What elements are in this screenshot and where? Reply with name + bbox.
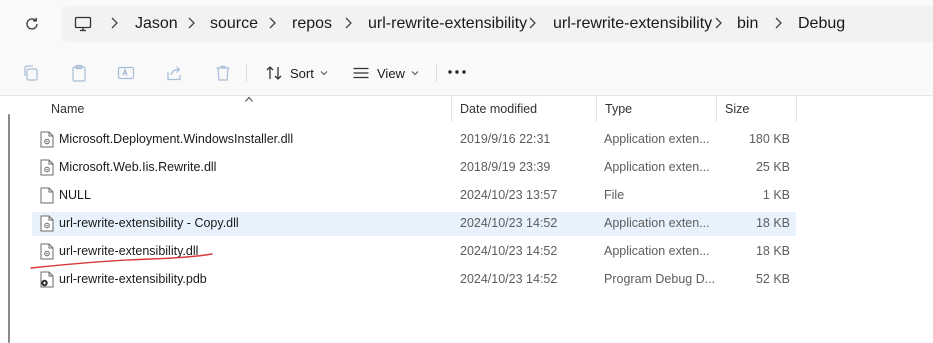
file-date: 2019/9/16 22:31 xyxy=(460,132,551,146)
file-row-selected[interactable]: url-rewrite-extensibility - Copy.dll 202… xyxy=(32,212,796,236)
view-icon xyxy=(353,67,369,79)
dll-file-icon xyxy=(40,243,54,260)
breadcrumb-url-rewrite-extensibility-2[interactable]: url-rewrite-extensibility xyxy=(553,15,712,33)
share-icon[interactable] xyxy=(164,63,184,83)
sort-icon xyxy=(266,66,282,80)
breadcrumb-url-rewrite-extensibility[interactable]: url-rewrite-extensibility xyxy=(368,15,527,33)
sort-label: Sort xyxy=(290,65,314,81)
breadcrumb-source[interactable]: source xyxy=(210,15,258,33)
file-date: 2024/10/23 14:52 xyxy=(460,216,558,230)
column-header-name[interactable]: Name xyxy=(43,96,451,122)
file-row[interactable]: url-rewrite-extensibility.dll 2024/10/23… xyxy=(32,240,796,264)
dll-file-icon xyxy=(40,131,54,148)
chevron-right-icon[interactable] xyxy=(343,16,353,30)
column-header-date[interactable]: Date modified xyxy=(452,96,596,122)
file-type: File xyxy=(604,188,625,202)
file-name: url-rewrite-extensibility.dll xyxy=(59,244,199,258)
chevron-down-icon xyxy=(320,71,328,76)
breadcrumb-repos[interactable]: repos xyxy=(292,15,332,33)
file-row[interactable]: url-rewrite-extensibility.pdb 2024/10/23… xyxy=(32,268,796,292)
delete-icon[interactable] xyxy=(213,63,233,83)
scrollbar[interactable] xyxy=(8,114,10,343)
this-pc-icon[interactable] xyxy=(73,14,93,34)
file-name: Microsoft.Web.Iis.Rewrite.dll xyxy=(59,160,217,174)
column-header-size-label: Size xyxy=(725,102,750,116)
view-label: View xyxy=(377,65,405,81)
file-name: url-rewrite-extensibility - Copy.dll xyxy=(59,216,239,230)
column-header-date-label: Date modified xyxy=(460,102,538,116)
chevron-right-icon[interactable] xyxy=(186,16,196,30)
chevron-right-icon[interactable] xyxy=(773,16,783,30)
file-list-pane: Name Date modified Type Size Microsoft.D… xyxy=(0,96,933,343)
file-type: Application exten... xyxy=(604,216,710,230)
chevron-right-icon[interactable] xyxy=(713,16,723,30)
chevron-down-icon xyxy=(411,71,419,76)
column-header-type[interactable]: Type xyxy=(597,96,716,122)
dll-file-icon xyxy=(40,215,54,232)
file-row[interactable]: Microsoft.Deployment.WindowsInstaller.dl… xyxy=(32,128,796,152)
chevron-right-icon[interactable] xyxy=(267,16,277,30)
file-size: 52 KB xyxy=(755,272,790,286)
dll-file-icon xyxy=(40,159,54,176)
file-name: NULL xyxy=(59,188,91,202)
file-size: 25 KB xyxy=(755,160,790,174)
breadcrumb-jason[interactable]: Jason xyxy=(135,15,178,33)
chevron-right-icon[interactable] xyxy=(527,16,537,30)
more-options-icon[interactable] xyxy=(447,69,467,75)
copy-icon[interactable] xyxy=(21,63,41,83)
file-date: 2024/10/23 13:57 xyxy=(460,188,558,202)
file-size: 18 KB xyxy=(755,244,790,258)
file-row[interactable]: NULL 2024/10/23 13:57 File 1 KB xyxy=(32,184,796,208)
file-name: Microsoft.Deployment.WindowsInstaller.dl… xyxy=(59,132,294,146)
breadcrumb-bin[interactable]: bin xyxy=(737,15,758,33)
sort-button[interactable]: Sort xyxy=(265,60,328,86)
file-type: Application exten... xyxy=(604,160,710,174)
file-size: 1 KB xyxy=(762,188,790,202)
file-type: Application exten... xyxy=(604,132,710,146)
column-header-type-label: Type xyxy=(605,102,633,116)
address-area: Jason source repos url-rewrite-extensibi… xyxy=(0,0,933,50)
file-date: 2024/10/23 14:52 xyxy=(460,244,558,258)
chevron-right-icon[interactable] xyxy=(109,16,119,30)
file-row[interactable]: Microsoft.Web.Iis.Rewrite.dll 2018/9/19 … xyxy=(32,156,796,180)
toolbar-divider xyxy=(436,64,437,82)
pdb-file-icon xyxy=(40,271,54,288)
command-bar: Sort View xyxy=(0,50,933,96)
refresh-button[interactable] xyxy=(20,12,44,36)
paste-icon[interactable] xyxy=(69,63,89,83)
rename-icon[interactable] xyxy=(116,63,136,83)
breadcrumb-debug[interactable]: Debug xyxy=(798,15,845,33)
column-header-size[interactable]: Size xyxy=(717,96,796,122)
address-bar[interactable]: Jason source repos url-rewrite-extensibi… xyxy=(62,6,933,42)
column-header-name-label: Name xyxy=(51,102,85,116)
file-date: 2024/10/23 14:52 xyxy=(460,272,558,286)
file-name: url-rewrite-extensibility.pdb xyxy=(59,272,207,286)
column-divider[interactable] xyxy=(796,96,797,122)
file-size: 18 KB xyxy=(755,216,790,230)
file-date: 2018/9/19 23:39 xyxy=(460,160,551,174)
refresh-icon xyxy=(26,17,38,30)
file-size: 180 KB xyxy=(748,132,790,146)
file-type: Application exten... xyxy=(604,244,710,258)
blank-file-icon xyxy=(40,187,54,204)
file-type: Program Debug D... xyxy=(604,272,716,286)
view-button[interactable]: View xyxy=(352,60,419,86)
toolbar-divider xyxy=(246,64,247,82)
